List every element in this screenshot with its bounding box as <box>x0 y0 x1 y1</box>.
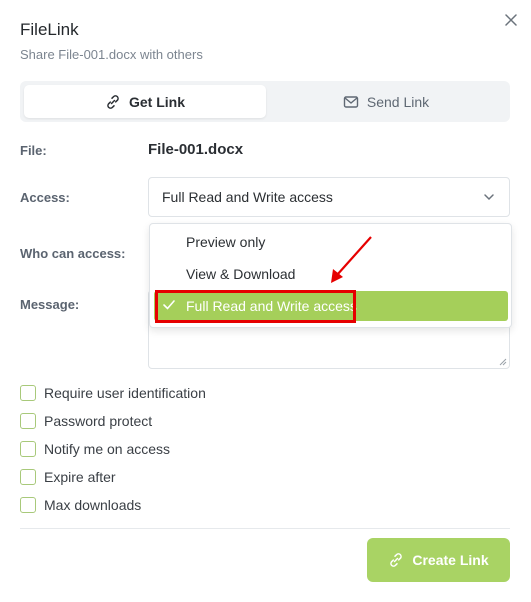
dialog-subtitle: Share File-001.docx with others <box>20 47 203 62</box>
message-label: Message: <box>20 297 80 312</box>
checkbox-label: Expire after <box>44 469 116 485</box>
close-icon <box>505 14 517 26</box>
checkbox-box[interactable] <box>20 469 36 485</box>
link-icon <box>107 94 119 109</box>
checkbox-label: Notify me on access <box>44 441 171 457</box>
checkbox-label: Require user identification <box>44 385 206 401</box>
annotation-highlight-box <box>155 290 356 323</box>
file-name: File-001.docx <box>148 141 244 158</box>
dialog-title: FileLink <box>20 20 79 39</box>
close-button[interactable] <box>500 9 522 31</box>
tab-send-link[interactable]: Send Link <box>266 85 506 118</box>
tab-get-link-label: Get Link <box>128 93 185 110</box>
checkbox-label: Password protect <box>44 413 153 429</box>
file-label: File: <box>20 143 47 158</box>
option-label: View & Download <box>186 266 296 282</box>
checkbox-box[interactable] <box>20 441 36 457</box>
checkbox-box[interactable] <box>20 497 36 513</box>
annotation-arrow-icon <box>331 236 372 283</box>
checkbox-box[interactable] <box>20 385 36 401</box>
checkbox-password-protect[interactable]: Password protect <box>20 412 152 430</box>
access-select-value: Full Read and Write access <box>162 189 333 205</box>
link-icon <box>390 553 403 567</box>
checkbox-max-downloads[interactable]: Max downloads <box>20 496 141 514</box>
checkbox-label: Max downloads <box>44 497 142 513</box>
option-label: Preview only <box>186 234 266 250</box>
resize-handle-icon[interactable] <box>499 358 507 366</box>
access-select[interactable]: Full Read and Write access <box>148 177 510 217</box>
tab-send-link-label: Send Link <box>366 93 430 110</box>
access-label: Access: <box>20 190 70 205</box>
mail-icon <box>343 95 359 108</box>
create-link-button[interactable]: Create Link <box>367 538 510 582</box>
checkbox-require-identification[interactable]: Require user identification <box>20 384 206 402</box>
create-link-label: Create Link <box>412 552 489 568</box>
chevron-down-icon <box>484 194 494 201</box>
tab-bar: Get Link Send Link <box>20 81 510 122</box>
who-can-access-label: Who can access: <box>20 246 126 261</box>
checkbox-notify-on-access[interactable]: Notify me on access <box>20 440 170 458</box>
footer-divider <box>20 528 510 529</box>
checkbox-expire-after[interactable]: Expire after <box>20 468 116 486</box>
tab-get-link[interactable]: Get Link <box>24 85 266 118</box>
checkbox-box[interactable] <box>20 413 36 429</box>
